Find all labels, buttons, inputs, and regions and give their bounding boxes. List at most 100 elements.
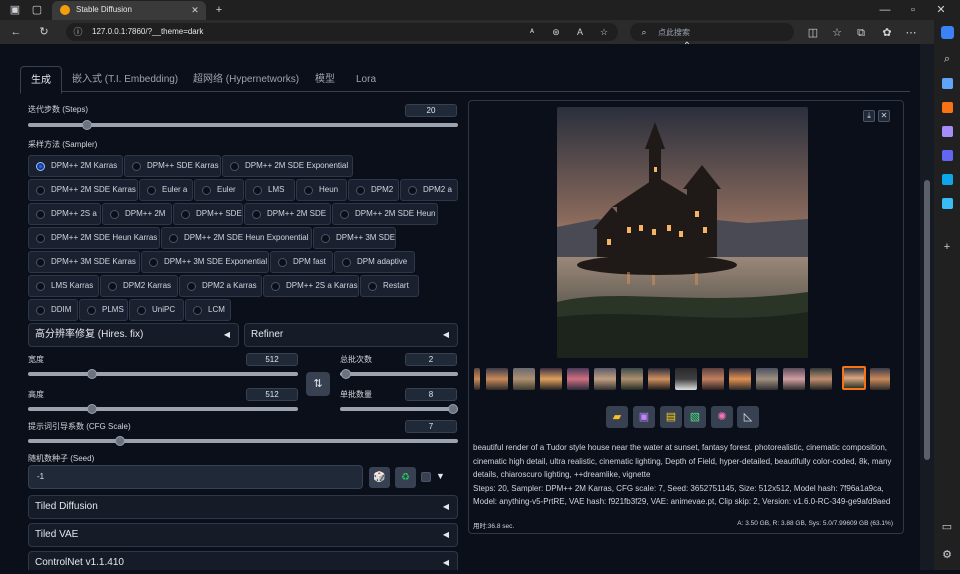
- sampler-option[interactable]: DPM++ 2M: [102, 203, 172, 225]
- thumbnail[interactable]: [621, 368, 643, 390]
- thumbnail[interactable]: [540, 368, 562, 390]
- games-icon[interactable]: [942, 150, 953, 161]
- tiled-vae-accordion[interactable]: Tiled VAE ◀: [28, 523, 458, 547]
- shopping-icon[interactable]: [942, 78, 953, 89]
- thumbnail[interactable]: [810, 368, 832, 390]
- sampler-option[interactable]: DPM2 Karras: [100, 275, 178, 297]
- tab-models[interactable]: 模型: [305, 66, 345, 94]
- extra-seed-checkbox[interactable]: [421, 472, 431, 482]
- minimize-icon[interactable]: —: [878, 1, 892, 19]
- sampler-option[interactable]: DPM++ 2M Karras: [28, 155, 123, 177]
- translate-icon[interactable]: ⊛: [550, 23, 562, 41]
- more-icon[interactable]: ⋯: [904, 24, 918, 42]
- sampler-option[interactable]: DPM++ 2M SDE: [244, 203, 331, 225]
- steps-input[interactable]: 20: [405, 104, 457, 117]
- settings-icon[interactable]: ⚙: [940, 546, 954, 564]
- extensions-icon[interactable]: ✿: [880, 24, 894, 42]
- batch-size-input[interactable]: 8: [405, 388, 457, 401]
- thumbnail[interactable]: [702, 368, 724, 390]
- sampler-option[interactable]: PLMS: [79, 299, 128, 321]
- thumbnail[interactable]: [756, 368, 778, 390]
- random-seed-icon[interactable]: 🎲: [369, 467, 390, 488]
- sampler-option[interactable]: DPM++ 2S a Karras: [263, 275, 359, 297]
- sampler-option[interactable]: LMS Karras: [28, 275, 99, 297]
- thumbnail[interactable]: [870, 368, 890, 390]
- sampler-option[interactable]: DPM++ 2M SDE Heun: [332, 203, 438, 225]
- tools-icon[interactable]: [942, 102, 953, 113]
- steps-slider-knob[interactable]: [82, 120, 92, 130]
- width-input[interactable]: 512: [246, 353, 298, 366]
- cfg-input[interactable]: 7: [405, 420, 457, 433]
- tab-hypernetworks[interactable]: 超网络 (Hypernetworks): [183, 66, 309, 94]
- sampler-option[interactable]: DPM++ 2M SDE Karras: [28, 179, 138, 201]
- reuse-seed-icon[interactable]: ♻: [395, 467, 416, 488]
- maximize-icon[interactable]: ▫: [906, 1, 920, 19]
- info-icon[interactable]: ⓘ: [72, 23, 84, 41]
- favorite-icon[interactable]: ☆: [598, 23, 610, 41]
- batch-count-slider[interactable]: [340, 372, 458, 376]
- sampler-option[interactable]: DPM++ 3M SDE: [313, 227, 396, 249]
- collections-icon[interactable]: ⧉: [854, 24, 868, 42]
- sampler-option[interactable]: Restart: [360, 275, 419, 297]
- hires-fix-accordion[interactable]: 高分辨率修复 (Hires. fix) ◀: [28, 323, 239, 347]
- batch-count-slider-knob[interactable]: [341, 369, 351, 379]
- office-icon[interactable]: [942, 126, 953, 137]
- refiner-accordion[interactable]: Refiner ◀: [244, 323, 458, 347]
- thumbnail[interactable]: [486, 368, 508, 390]
- sidebar-search-icon[interactable]: ⌕: [940, 50, 954, 68]
- sampler-option[interactable]: DPM fast: [270, 251, 333, 273]
- folder-icon[interactable]: ▰: [606, 406, 628, 428]
- batch-count-input[interactable]: 2: [405, 353, 457, 366]
- browser-tab[interactable]: Stable Diffusion ✕: [52, 1, 206, 20]
- sampler-option[interactable]: DPM++ 3M SDE Exponential: [141, 251, 269, 273]
- thumbnail[interactable]: [675, 368, 697, 390]
- cfg-slider-knob[interactable]: [115, 436, 125, 446]
- sampler-option[interactable]: DPM++ 2M SDE Heun Karras: [28, 227, 160, 249]
- thumbnail[interactable]: [729, 368, 751, 390]
- tab-embedding[interactable]: 嵌入式 (T.I. Embedding): [62, 66, 188, 94]
- browser-menu-icon[interactable]: ▣: [8, 1, 22, 19]
- width-slider[interactable]: [28, 372, 298, 376]
- reload-icon[interactable]: ↻: [36, 23, 52, 41]
- sampler-option[interactable]: DPM++ 2S a: [28, 203, 101, 225]
- sampler-option[interactable]: DPM2 a: [400, 179, 458, 201]
- download-icon[interactable]: ⤓: [863, 110, 875, 122]
- cfg-slider[interactable]: [28, 439, 458, 443]
- batch-size-slider-knob[interactable]: [448, 404, 458, 414]
- tab-generate[interactable]: 生成: [20, 66, 62, 94]
- image-icon[interactable]: ▧: [684, 406, 706, 428]
- width-slider-knob[interactable]: [87, 369, 97, 379]
- copilot-icon[interactable]: [941, 26, 954, 39]
- controlnet-accordion[interactable]: ControlNet v1.1.410 ◀: [28, 551, 458, 570]
- height-input[interactable]: 512: [246, 388, 298, 401]
- url-field[interactable]: ⓘ 127.0.0.1:7860/?__theme=dark ᴬ ⊛ A ☆: [66, 23, 618, 41]
- thumbnail[interactable]: [474, 368, 480, 390]
- thumbnail[interactable]: [594, 368, 616, 390]
- sampler-option[interactable]: DPM adaptive: [334, 251, 415, 273]
- sampler-option[interactable]: DPM++ 3M SDE Karras: [28, 251, 140, 273]
- generated-image[interactable]: [557, 107, 808, 358]
- sampler-option[interactable]: UniPC: [129, 299, 184, 321]
- steps-slider[interactable]: [28, 123, 458, 127]
- height-slider[interactable]: [28, 407, 298, 411]
- sampler-option[interactable]: Euler a: [139, 179, 193, 201]
- thumbnail[interactable]: [567, 368, 589, 390]
- sampler-option[interactable]: LMS: [245, 179, 295, 201]
- split-screen-icon[interactable]: ◫: [806, 24, 820, 42]
- sampler-option[interactable]: DPM2 a Karras: [179, 275, 262, 297]
- back-icon[interactable]: ←: [8, 23, 24, 41]
- collapse-icon[interactable]: ⌃: [680, 38, 694, 56]
- add-sidebar-icon[interactable]: +: [940, 238, 954, 256]
- close-image-icon[interactable]: ✕: [878, 110, 890, 122]
- send-icon[interactable]: [942, 198, 953, 209]
- zip-icon[interactable]: ▤: [660, 406, 682, 428]
- batch-size-slider[interactable]: [340, 407, 458, 411]
- favorites-icon[interactable]: ☆: [830, 24, 844, 42]
- tiled-diffusion-accordion[interactable]: Tiled Diffusion ◀: [28, 495, 458, 519]
- save-icon[interactable]: ▣: [633, 406, 655, 428]
- screen-icon[interactable]: ▭: [940, 518, 954, 536]
- close-window-icon[interactable]: ✕: [934, 1, 948, 19]
- thumbnail[interactable]: [513, 368, 535, 390]
- read-aloud-icon[interactable]: ᴬ: [526, 23, 538, 41]
- sampler-option[interactable]: DPM++ 2M SDE Exponential: [222, 155, 353, 177]
